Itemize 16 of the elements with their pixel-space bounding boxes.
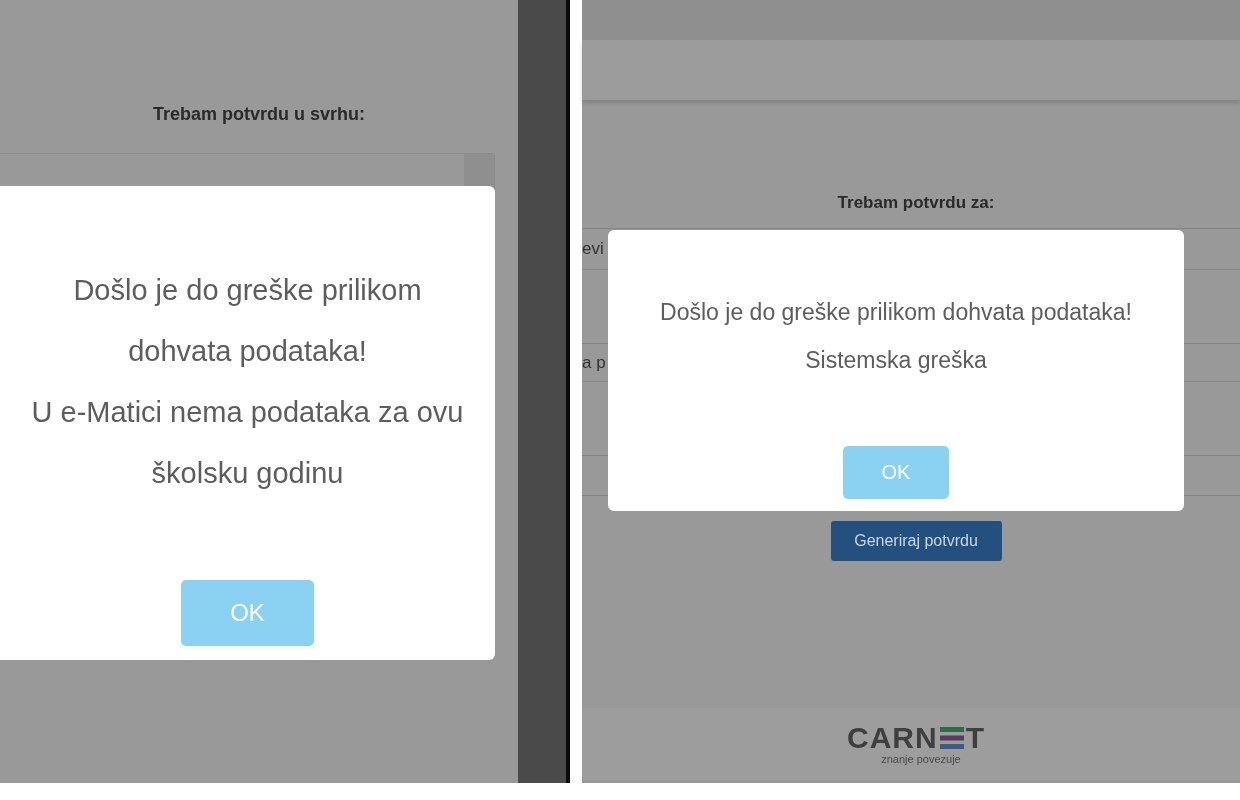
- form-label: Trebam potvrdu za:: [837, 193, 995, 213]
- error-message: U e-Matici nema podataka za ovu: [31, 395, 464, 430]
- error-message: Došlo je do greške prilikom dohvata podataka!: [660, 298, 1132, 327]
- logo-bars-icon: [939, 727, 964, 749]
- ok-button[interactable]: OK: [181, 580, 314, 646]
- error-message: školsku godinu: [151, 456, 344, 491]
- error-message: dohvata podataka!: [128, 334, 367, 369]
- ok-button[interactable]: OK: [843, 446, 949, 499]
- error-message: Došlo je do greške prilikom: [73, 273, 422, 308]
- form-label: Trebam potvrdu u svrhu:: [153, 104, 365, 125]
- field-text: evi: [582, 239, 604, 259]
- tagline: znanje povezuje: [881, 753, 961, 765]
- generate-button[interactable]: Generiraj potvrdu: [830, 521, 1002, 561]
- field-text: a p: [582, 352, 606, 373]
- carnet-logo: CARN T: [847, 723, 985, 753]
- error-message: Sistemska greška: [805, 346, 987, 375]
